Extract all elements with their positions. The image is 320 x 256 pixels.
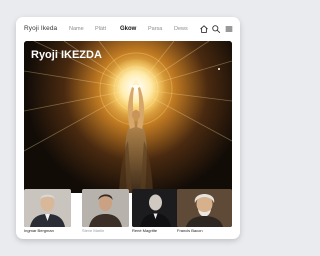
portrait-thumbnail[interactable]	[132, 189, 179, 227]
thumbnail-caption: René Magritte	[132, 228, 158, 233]
portrait-image	[177, 189, 232, 227]
menu-icon[interactable]	[224, 24, 234, 34]
thumbnail-caption: Steve Marlin	[82, 228, 105, 233]
thumbnail-card[interactable]: Steve Marlin	[82, 189, 129, 233]
nav-item-platt[interactable]: Plätt	[95, 26, 106, 32]
thumbnail-card[interactable]: Ingmar Bergman	[24, 189, 71, 233]
thumbnail-caption: Ingmar Bergman	[24, 228, 54, 233]
hero-image[interactable]: Ryoji IKEZDA	[24, 41, 232, 193]
nav-item-dews[interactable]: Dews	[174, 26, 188, 32]
thumbnail-card[interactable]: Francis Bacon	[177, 189, 232, 233]
hero-title: Ryoji IKEZDA	[31, 49, 102, 61]
portrait-image	[24, 189, 71, 227]
portrait-image	[82, 189, 129, 227]
search-icon[interactable]	[211, 24, 221, 34]
thumbnail-caption: Francis Bacon	[177, 228, 203, 233]
nav-item-gkow[interactable]: Gkow	[120, 26, 136, 32]
portrait-thumbnail[interactable]	[177, 189, 232, 227]
brand-logo[interactable]: Ryoji Ikeda	[24, 25, 57, 32]
hero-indicator-dot	[218, 68, 220, 70]
portrait-thumbnail[interactable]	[24, 189, 71, 227]
portrait-image	[132, 189, 179, 227]
home-icon[interactable]	[199, 24, 209, 34]
thumbnail-card[interactable]: René Magritte	[132, 189, 179, 233]
nav-item-name[interactable]: Name	[69, 26, 84, 32]
portrait-thumbnail[interactable]	[82, 189, 129, 227]
nav-item-parsa[interactable]: Parsa	[148, 26, 162, 32]
app-card: Ryoji Ikeda Name Plätt Gkow Parsa Dews R…	[16, 17, 240, 239]
hero-artwork	[24, 41, 232, 193]
top-nav: Ryoji Ikeda Name Plätt Gkow Parsa Dews	[16, 17, 240, 43]
